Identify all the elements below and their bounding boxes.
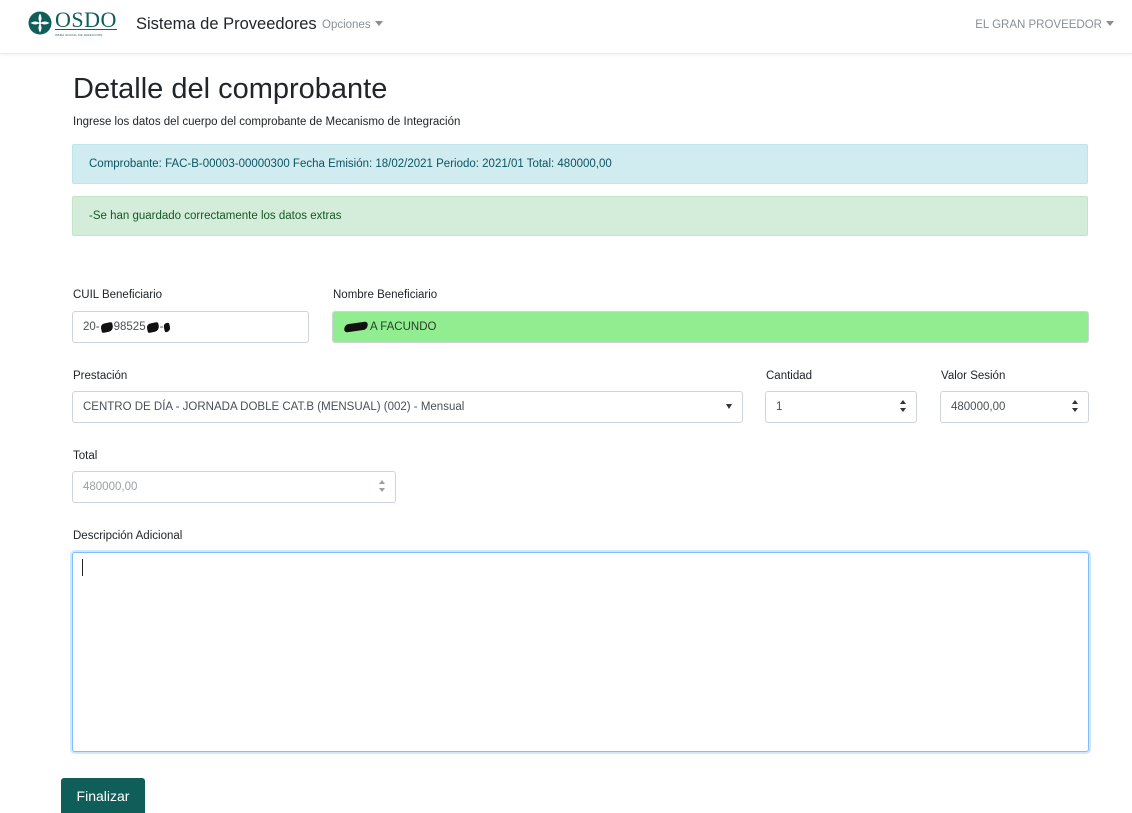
user-dropdown[interactable]: EL GRAN PROVEEDOR [975,19,1114,31]
options-dropdown[interactable]: Opciones [322,19,383,31]
cuil-value-start: 20- [83,321,100,333]
valor-sesion-value: 480000,00 [951,401,1006,413]
redaction-scribble-icon [145,321,160,333]
number-spinner-icon [378,478,386,496]
prestacion-label: Prestación [73,370,128,382]
text-caret [82,559,83,576]
prestacion-value: CENTRO DE DÍA - JORNADA DOBLE CAT.B (MEN… [83,401,465,413]
user-label: EL GRAN PROVEEDOR [975,19,1102,31]
descripcion-label: Descripción Adicional [73,530,183,542]
chevron-down-icon [726,404,732,409]
descripcion-textarea[interactable] [72,552,1089,752]
redaction-scribble-icon [163,321,172,333]
total-value: 480000,00 [83,481,138,493]
nombre-value: A FACUNDO [370,321,437,333]
cuil-input[interactable]: 20- 98525- [72,311,309,343]
page-subtitle: Ingrese los datos del cuerpo del comprob… [73,116,461,128]
chevron-down-icon [374,21,383,26]
redaction-scribble-icon [343,321,369,333]
cuil-label: CUIL Beneficiario [73,289,163,301]
osdo-cross-logo-icon [28,11,52,35]
comprobante-info-text: Comprobante: FAC-B-00003-00000300 Fecha … [89,158,612,170]
app-title[interactable]: Sistema de Proveedores [136,15,317,34]
navbar: OSDO OBRA SOCIAL DE DIRECCION Sistema de… [0,0,1132,54]
page-title: Detalle del comprobante [73,73,388,105]
total-input: 480000,00 [72,471,396,503]
options-label: Opciones [322,19,371,31]
brand-name: OSDO [55,7,117,32]
cantidad-value: 1 [776,401,783,413]
number-spinner-icon[interactable] [1071,398,1079,416]
total-label: Total [73,450,98,462]
valor-sesion-input[interactable]: 480000,00 [940,391,1089,423]
redaction-scribble-icon [99,321,114,333]
success-alert: -Se han guardado correctamente los datos… [72,196,1088,236]
valor-sesion-label: Valor Sesión [941,370,1006,382]
nombre-label: Nombre Beneficiario [333,289,438,301]
cantidad-input[interactable]: 1 [765,391,917,423]
chevron-down-icon [1106,21,1114,26]
finalizar-button[interactable]: Finalizar [61,778,145,813]
success-alert-text: -Se han guardado correctamente los datos… [89,210,342,222]
prestacion-select[interactable]: CENTRO DE DÍA - JORNADA DOBLE CAT.B (MEN… [72,391,743,423]
brand-logo[interactable]: OSDO OBRA SOCIAL DE DIRECCION [28,9,117,37]
nombre-input[interactable]: A FACUNDO [332,311,1089,343]
cuil-value-mid: 98525 [113,321,146,333]
brand-subtitle: OBRA SOCIAL DE DIRECCION [55,33,103,37]
cantidad-label: Cantidad [766,370,813,382]
brand-text: OSDO OBRA SOCIAL DE DIRECCION [55,9,117,37]
comprobante-info-alert: Comprobante: FAC-B-00003-00000300 Fecha … [72,144,1088,184]
number-spinner-icon[interactable] [899,398,907,416]
